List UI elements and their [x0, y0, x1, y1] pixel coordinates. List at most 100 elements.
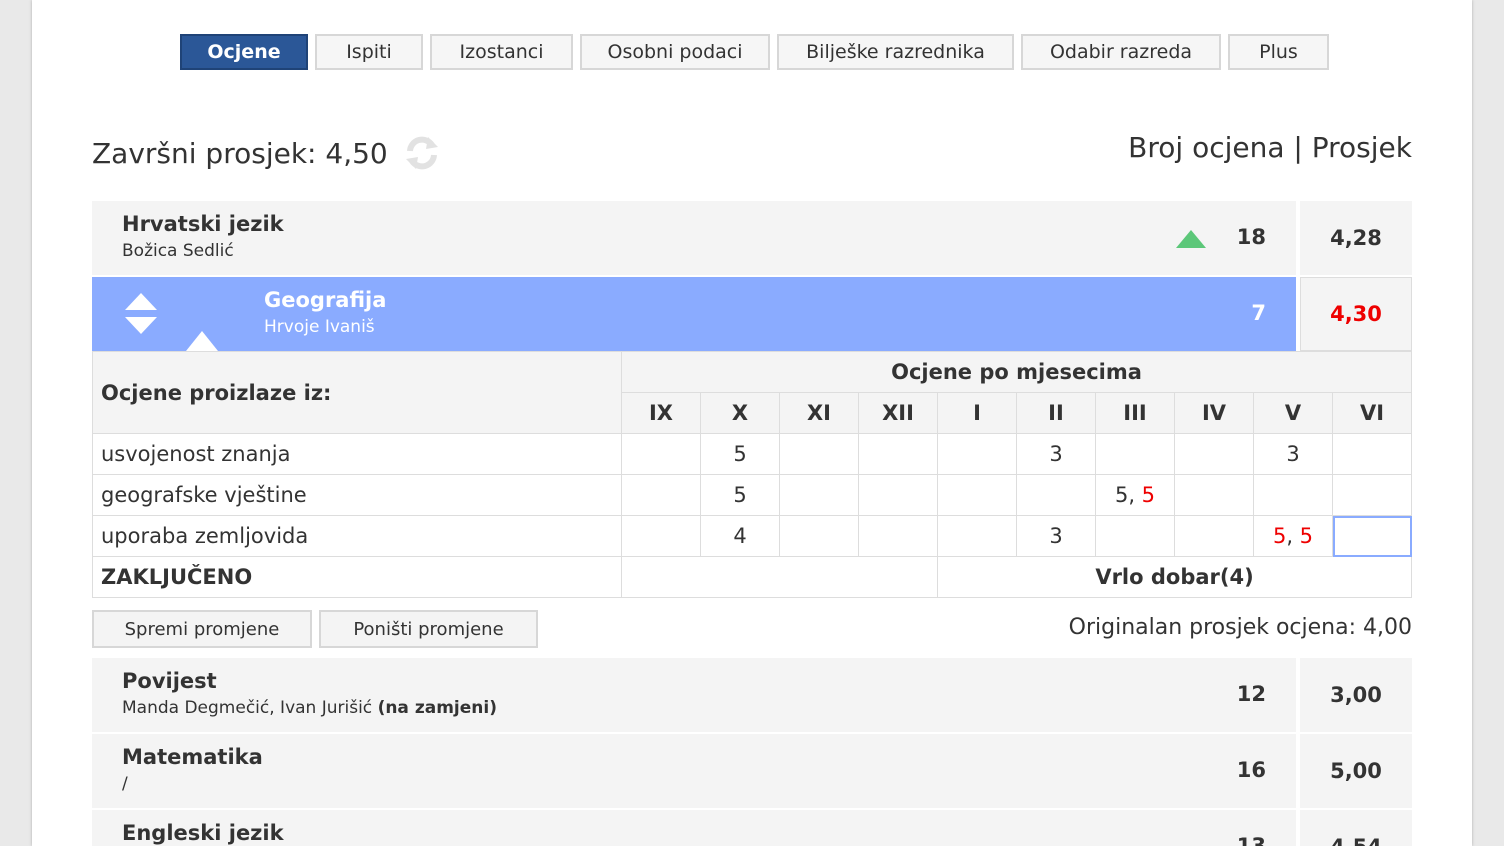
subject-main[interactable]: Hrvatski jezik Božica Sedlić 18 — [92, 201, 1296, 275]
grade-cell[interactable]: 5 — [700, 433, 780, 475]
final-grade-value: Vrlo dobar(4) — [937, 556, 1412, 598]
grade-value: 5 — [1141, 483, 1156, 507]
subject-row[interactable]: Engleski jezik 13 4,54 — [92, 810, 1412, 846]
grade-cell[interactable] — [621, 515, 701, 557]
grade-cell[interactable] — [858, 433, 938, 475]
final-grade-row: ZAKLJUČENO Vrlo dobar(4) — [92, 556, 1412, 598]
month-header: VI — [1332, 392, 1412, 434]
grade-cell[interactable] — [1174, 474, 1254, 516]
subject-name: Geografija — [264, 288, 387, 312]
month-header: IV — [1174, 392, 1254, 434]
grade-cell[interactable] — [779, 433, 859, 475]
month-header: XI — [779, 392, 859, 434]
teacher-note: (na zamjeni) — [377, 698, 497, 718]
grade-cell[interactable] — [937, 515, 1017, 557]
grade-cell[interactable]: 5, 5 — [1095, 474, 1175, 516]
arrow-down-icon — [125, 317, 157, 334]
grade-cell[interactable] — [1095, 515, 1175, 557]
subject-name: Matematika — [122, 745, 263, 769]
final-grade-empty — [621, 556, 938, 598]
final-grade-label: ZAKLJUČENO — [92, 556, 622, 598]
grade-rows: usvojenost znanja 5 3 3 geografske vještine 5… — [92, 433, 1412, 557]
arrow-up-icon — [125, 293, 157, 310]
grade-cell[interactable] — [621, 474, 701, 516]
grade-cell[interactable]: 5 — [700, 474, 780, 516]
subject-average: 4,54 — [1300, 810, 1412, 846]
grade-row: usvojenost znanja 5 3 3 — [92, 433, 1412, 475]
grade-category-label: uporaba zemljovida — [92, 515, 622, 557]
months-header: Ocjene po mjesecima — [621, 351, 1412, 393]
cancel-button[interactable]: Poništi promjene — [319, 610, 538, 648]
tab-odabir-razreda[interactable]: Odabir razreda — [1021, 34, 1221, 70]
grade-row: uporaba zemljovida 4 3 5, 5 — [92, 515, 1412, 557]
grade-cell[interactable] — [1253, 474, 1333, 516]
subject-main[interactable]: Povijest Manda Degmečić, Ivan Jurišić (n… — [92, 658, 1296, 732]
grade-cell[interactable]: 3 — [1016, 433, 1096, 475]
grade-category-label: usvojenost znanja — [92, 433, 622, 475]
expand-collapse-icon[interactable] — [125, 293, 159, 337]
grade-cell[interactable] — [1332, 515, 1412, 557]
selection-notch-icon — [186, 331, 218, 351]
teacher-names: Manda Degmečić, Ivan Jurišić — [122, 698, 373, 718]
grades-source-header: Ocjene proizlaze iz: — [92, 351, 622, 434]
month-header: X — [700, 392, 780, 434]
grade-row: geografske vještine 5 5, 5 — [92, 474, 1412, 516]
grade-value: 5 — [1299, 524, 1314, 548]
subject-teacher: Manda Degmečić, Ivan Jurišić (na zamjeni… — [122, 698, 497, 718]
tab-ocjene[interactable]: Ocjene — [180, 34, 308, 70]
subject-average: 5,00 — [1300, 734, 1412, 808]
trend-up-icon — [1176, 230, 1206, 248]
subject-name: Hrvatski jezik — [122, 212, 284, 236]
grade-cell[interactable]: 4 — [700, 515, 780, 557]
grade-count: 16 — [1236, 758, 1266, 782]
grade-cell[interactable] — [1332, 474, 1412, 516]
grade-value: 5 — [1272, 524, 1287, 548]
month-header: I — [937, 392, 1017, 434]
tab-ispiti[interactable]: Ispiti — [315, 34, 423, 70]
grade-count: 12 — [1236, 682, 1266, 706]
subject-list-bottom: Povijest Manda Degmečić, Ivan Jurišić (n… — [92, 658, 1412, 846]
tab-izostanci[interactable]: Izostanci — [430, 34, 573, 70]
grade-count: 18 — [1236, 225, 1266, 249]
subject-main[interactable]: Engleski jezik 13 — [92, 810, 1296, 846]
grade-cell[interactable] — [858, 474, 938, 516]
action-buttons: Spremi promjene Poništi promjene — [92, 610, 538, 648]
grade-cell[interactable] — [1016, 474, 1096, 516]
grade-cell[interactable]: 3 — [1253, 433, 1333, 475]
grade-cell[interactable] — [1332, 433, 1412, 475]
month-header: V — [1253, 392, 1333, 434]
subject-average: 4,28 — [1300, 201, 1412, 275]
tab-osobni-podaci[interactable]: Osobni podaci — [580, 34, 770, 70]
subject-name: Engleski jezik — [122, 821, 284, 845]
grade-cell[interactable] — [779, 515, 859, 557]
subject-row[interactable]: Povijest Manda Degmečić, Ivan Jurišić (n… — [92, 658, 1412, 732]
grades-table: Ocjene proizlaze iz: Ocjene po mjesecima… — [92, 351, 1412, 598]
page: Ocjene Ispiti Izostanci Osobni podaci Bi… — [32, 0, 1472, 846]
grade-cell[interactable] — [937, 433, 1017, 475]
save-button[interactable]: Spremi promjene — [92, 610, 312, 648]
subject-teacher: / — [122, 774, 128, 794]
grade-cell[interactable] — [1174, 433, 1254, 475]
subject-name: Povijest — [122, 669, 217, 693]
grade-cell[interactable]: 5, 5 — [1253, 515, 1333, 557]
tab-biljeske-razrednika[interactable]: Bilješke razrednika — [777, 34, 1014, 70]
month-header: XII — [858, 392, 938, 434]
grade-cell[interactable] — [1174, 515, 1254, 557]
grade-cell[interactable] — [937, 474, 1017, 516]
month-header: IX — [621, 392, 701, 434]
subject-row[interactable]: Hrvatski jezik Božica Sedlić 18 4,28 — [92, 201, 1412, 275]
final-average-text: Završni prosjek: 4,50 — [92, 136, 388, 170]
grade-cell[interactable] — [779, 474, 859, 516]
original-average: Originalan prosjek ocjena: 4,00 — [1068, 615, 1412, 640]
tab-plus[interactable]: Plus — [1228, 34, 1329, 70]
subject-row[interactable]: Matematika / 16 5,00 — [92, 734, 1412, 808]
subject-row-selected[interactable]: Geografija Hrvoje Ivaniš 7 4,30 — [92, 277, 1412, 351]
grade-cell[interactable] — [1095, 433, 1175, 475]
refresh-icon[interactable] — [402, 133, 442, 173]
subject-main[interactable]: Geografija Hrvoje Ivaniš 7 — [92, 277, 1296, 351]
grade-cell[interactable] — [621, 433, 701, 475]
grade-cell[interactable]: 3 — [1016, 515, 1096, 557]
grade-cell[interactable] — [858, 515, 938, 557]
subject-main[interactable]: Matematika / 16 — [92, 734, 1296, 808]
subject-list-top: Hrvatski jezik Božica Sedlić 18 4,28 Geo… — [92, 201, 1412, 353]
